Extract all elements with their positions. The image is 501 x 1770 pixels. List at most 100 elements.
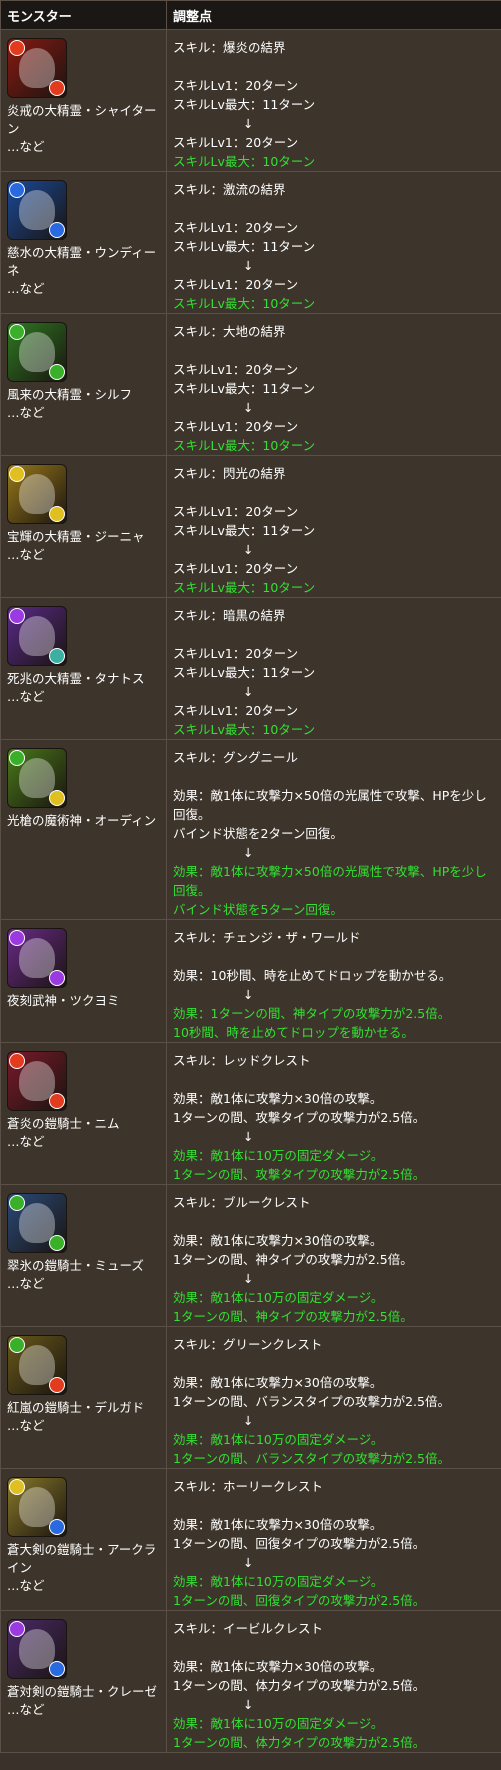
adjusted-text: 1ターンの間、回復タイプの攻撃力が2.5倍。 — [173, 1593, 426, 1608]
adjusted-text: スキルLv最大：10ターン — [173, 580, 316, 595]
original-text: 1ターンの間、バランスタイプの攻撃力が2.5倍。 — [173, 1394, 450, 1409]
monster-suffix: …など — [7, 1276, 45, 1291]
water-spirit-icon[interactable] — [7, 180, 67, 240]
original-text — [173, 1070, 495, 1089]
original-text: 1ターンの間、回復タイプの攻撃力が2.5倍。 — [173, 1536, 426, 1551]
original-text: 効果：敵1体に攻撃力×30倍の攻撃。 — [173, 1091, 383, 1106]
adjusted-text: 1ターンの間、バランスタイプの攻撃力が2.5倍。 — [173, 1451, 450, 1466]
main-attribute-orb-icon — [9, 1195, 25, 1211]
original-text: スキルLv1：20ターン — [173, 135, 299, 150]
sub-attribute-orb-icon — [49, 506, 65, 522]
sub-attribute-orb-icon — [49, 1377, 65, 1393]
original-text — [173, 1638, 495, 1657]
monster-name: 死兆の大精霊・タナトス — [7, 671, 145, 686]
adjusted-text: バインド状態を5ターン回復。 — [173, 902, 343, 917]
sub-attribute-orb-icon — [49, 648, 65, 664]
original-text: 効果：敵1体に攻撃力×30倍の攻撃。 — [173, 1517, 383, 1532]
table-row: 紅嵐の鎧騎士・デルガド …など スキル：グリーンクレスト効果：敵1体に攻撃力×30倍… — [0, 1326, 501, 1469]
main-attribute-orb-icon — [9, 1621, 25, 1637]
main-attribute-orb-icon — [9, 1053, 25, 1069]
original-text: スキルLv最大：11ターン — [173, 665, 316, 680]
sub-attribute-orb-icon — [49, 1235, 65, 1251]
table-header-row: モンスター 調整点 — [0, 0, 501, 30]
crese-icon[interactable] — [7, 1619, 67, 1679]
monster-name: 慈水の大精霊・ウンディーネ — [7, 245, 157, 278]
original-text: 効果：敵1体に攻撃力×30倍の攻撃。 — [173, 1659, 383, 1674]
original-text: 1ターンの間、攻撃タイプの攻撃力が2.5倍。 — [173, 1110, 426, 1125]
monster-suffix: …など — [7, 689, 45, 704]
monster-suffix: …など — [7, 1418, 45, 1433]
table-row: 翠氷の鎧騎士・ミューズ …など スキル：ブルークレスト効果：敵1体に攻撃力×30倍の… — [0, 1184, 501, 1327]
adjustment-cell: スキル：大地の結界 スキルLv1：20ターン スキルLv最大：11ターン ↓ スキルLv… — [166, 313, 501, 456]
change-arrow: ↓ — [243, 1697, 254, 1712]
monster-cell: 死兆の大精霊・タナトス …など — [0, 597, 167, 740]
monster-portrait — [19, 758, 55, 798]
adjusted-text: スキルLv最大：10ターン — [173, 296, 316, 311]
monster-name: 夜刻武神・ツクヨミ — [7, 993, 120, 1008]
original-text: バインド状態を2ターン回復。 — [173, 826, 343, 841]
original-text: スキルLv1：20ターン — [173, 277, 299, 292]
main-attribute-orb-icon — [9, 324, 25, 340]
monster-name: 蒼対剣の鎧騎士・クレーゼ — [7, 1684, 158, 1699]
original-text: スキルLv1：20ターン — [173, 362, 299, 377]
original-text: スキルLv最大：11ターン — [173, 239, 316, 254]
original-text: スキル：大地の結界 — [173, 324, 286, 339]
monster-cell: 光槍の魔術神・オーディン — [0, 739, 167, 920]
adjustment-cell: スキル：ブルークレスト 効果：敵1体に攻撃力×30倍の攻撃。 1ターンの間、神タイプ… — [166, 1184, 501, 1327]
light-spirit-icon[interactable] — [7, 464, 67, 524]
original-text — [173, 947, 495, 966]
main-attribute-orb-icon — [9, 1479, 25, 1495]
arcline-icon[interactable] — [7, 1477, 67, 1537]
table-row: 蒼対剣の鎧騎士・クレーゼ …など スキル：イービルクレスト 効果：敵1体に攻撃力×30… — [0, 1610, 501, 1753]
adjustment-cell: スキル：激流の結界 スキルLv1：20ターン スキルLv最大：11ターン ↓ スキルLv… — [166, 171, 501, 314]
sub-attribute-orb-icon — [49, 80, 65, 96]
original-text: 効果：敵1体に攻撃力×50倍の光属性で攻撃、HPを少し回復。 — [173, 788, 487, 822]
original-text: 効果：敵1体に攻撃力×30倍の攻撃。 — [173, 1375, 383, 1390]
original-text: 効果：10秒間、時を止めてドロップを動かせる。 — [173, 968, 452, 983]
table-row: 炎戒の大精霊・シャイターン …など スキル：爆炎の結界 スキルLv1：20ターン スキル… — [0, 29, 501, 172]
sub-attribute-orb-icon — [49, 970, 65, 986]
monster-name: 蒼大剣の鎧騎士・アークライン — [7, 1542, 157, 1575]
adjusted-text: スキルLv最大：10ターン — [173, 722, 316, 737]
wood-spirit-icon[interactable] — [7, 322, 67, 382]
dark-spirit-icon[interactable] — [7, 606, 67, 666]
table-row: 慈水の大精霊・ウンディーネ …など スキル：激流の結界 スキルLv1：20ターン スキル… — [0, 171, 501, 314]
original-text — [173, 1354, 495, 1373]
tsukuyomi-icon[interactable] — [7, 928, 67, 988]
adjustment-cell: スキル：グングニール 効果：敵1体に攻撃力×50倍の光属性で攻撃、HPを少し回復。… — [166, 739, 501, 920]
original-text — [173, 483, 495, 502]
original-text — [173, 57, 495, 76]
monster-cell: 炎戒の大精霊・シャイターン …など — [0, 29, 167, 172]
original-text: スキル：激流の結界 — [173, 182, 286, 197]
original-text: 効果：敵1体に攻撃力×30倍の攻撃。 — [173, 1233, 383, 1248]
original-text: スキルLv最大：11ターン — [173, 97, 316, 112]
delgado-icon[interactable] — [7, 1335, 67, 1395]
adjusted-text: 1ターンの間、体力タイプの攻撃力が2.5倍。 — [173, 1735, 426, 1750]
nim-icon[interactable] — [7, 1051, 67, 1111]
original-text: スキルLv1：20ターン — [173, 78, 299, 93]
monster-name: 宝輝の大精霊・ジーニャ — [7, 529, 145, 544]
original-text: スキル：ブルークレスト — [173, 1195, 311, 1210]
monster-suffix: …など — [7, 281, 45, 296]
original-text — [173, 1212, 495, 1231]
original-text: 1ターンの間、体力タイプの攻撃力が2.5倍。 — [173, 1678, 426, 1693]
original-text: スキルLv1：20ターン — [173, 504, 299, 519]
original-text: スキル：ホーリークレスト — [173, 1479, 324, 1494]
monster-name: 翠氷の鎧騎士・ミューズ — [7, 1258, 144, 1273]
original-text: スキル：グリーンクレスト — [173, 1337, 323, 1352]
original-text: スキルLv1：20ターン — [173, 419, 299, 434]
original-text — [173, 1496, 495, 1515]
original-text: スキルLv1：20ターン — [173, 220, 299, 235]
change-arrow: ↓ — [243, 1413, 254, 1428]
sub-attribute-orb-icon — [49, 1519, 65, 1535]
table-row: 光槍の魔術神・オーディン スキル：グングニール 効果：敵1体に攻撃力×50倍の光属性… — [0, 739, 501, 920]
monster-portrait — [19, 616, 55, 656]
change-arrow: ↓ — [243, 845, 254, 860]
main-attribute-orb-icon — [9, 40, 25, 56]
monster-portrait — [19, 938, 55, 978]
monster-cell: 紅嵐の鎧騎士・デルガド …など — [0, 1326, 167, 1469]
odin-icon[interactable] — [7, 748, 67, 808]
muse-icon[interactable] — [7, 1193, 67, 1253]
monster-name: 炎戒の大精霊・シャイターン — [7, 103, 157, 136]
fire-spirit-icon[interactable] — [7, 38, 67, 98]
